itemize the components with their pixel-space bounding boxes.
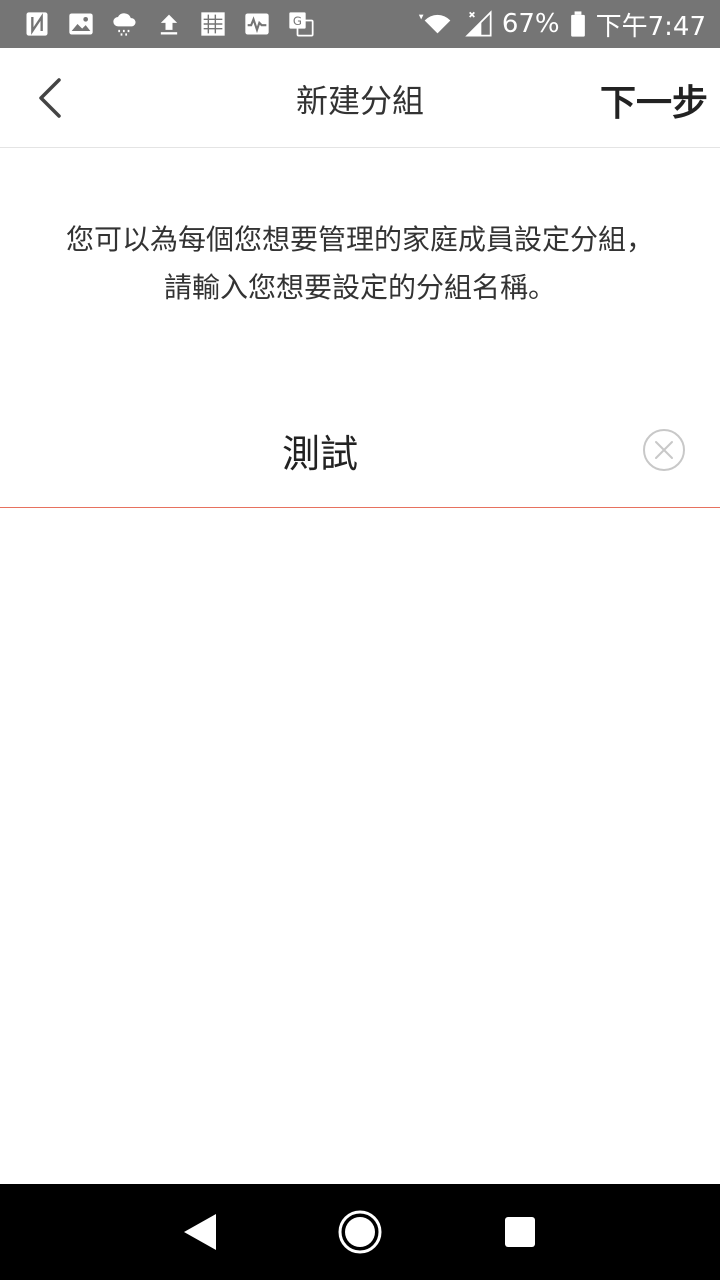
clear-circle-icon — [643, 429, 685, 471]
app-bar: 新建分組 下一步 — [0, 48, 720, 148]
status-bar-notifications: G — [22, 9, 316, 39]
wifi-icon — [412, 9, 456, 39]
pattern-icon — [198, 9, 228, 39]
weather-rain-icon — [110, 9, 140, 39]
square-recents-icon — [505, 1217, 535, 1247]
image-icon — [66, 9, 96, 39]
battery-percent: 67% — [501, 9, 560, 39]
nav-home-button[interactable] — [328, 1200, 392, 1264]
instruction-text: 您可以為每個您想要管理的家庭成員設定分組，請輸入您想要設定的分組名稱。 — [65, 223, 654, 304]
status-bar-system: 67% 下午7:47 — [412, 6, 706, 43]
nav-recents-button[interactable] — [488, 1200, 552, 1264]
back-button[interactable] — [24, 72, 76, 124]
battery-icon — [568, 9, 588, 39]
svg-text:G: G — [293, 14, 302, 28]
nav-back-button[interactable] — [168, 1200, 232, 1264]
signal-icon — [464, 9, 494, 39]
group-name-input[interactable] — [0, 420, 640, 480]
next-step-button[interactable]: 下一步 — [600, 74, 708, 126]
nfc-icon — [22, 9, 52, 39]
chevron-left-icon — [39, 78, 61, 118]
translate-icon: G — [286, 9, 316, 39]
clear-input-button[interactable] — [642, 428, 686, 472]
status-time: 下午7:47 — [595, 11, 706, 42]
upload-icon — [154, 9, 184, 39]
triangle-back-icon — [184, 1214, 216, 1250]
circle-home-icon — [338, 1210, 382, 1254]
activity-icon — [242, 9, 272, 39]
status-bar: G 67% 下午7:47 — [0, 0, 720, 48]
group-name-field — [0, 400, 720, 508]
system-nav-bar — [0, 1184, 720, 1280]
